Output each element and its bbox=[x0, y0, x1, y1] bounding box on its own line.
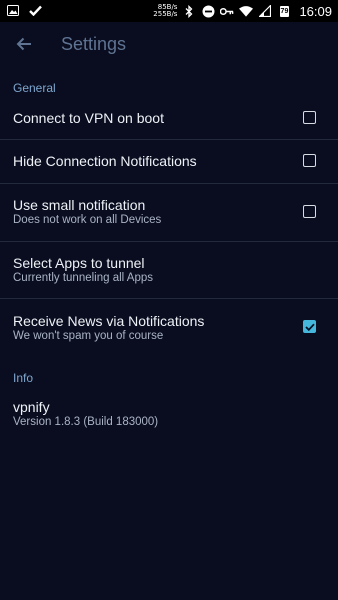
setting-row-news[interactable]: Receive News via Notifications We won't … bbox=[0, 299, 338, 356]
back-button[interactable] bbox=[10, 30, 38, 58]
setting-subtitle: We won't spam you of course bbox=[13, 330, 164, 342]
setting-title: Connect to VPN on boot bbox=[13, 110, 164, 126]
check-icon bbox=[28, 3, 42, 17]
app-version: Version 1.8.3 (Build 183000) bbox=[13, 416, 159, 428]
setting-row-small-notification[interactable]: Use small notification Does not work on … bbox=[0, 184, 338, 240]
page-title: Settings bbox=[61, 34, 127, 54]
battery-level: 79 bbox=[279, 5, 290, 17]
battery-icon: 79 bbox=[277, 4, 291, 18]
app-name: vpnify bbox=[13, 399, 50, 415]
setting-title: Use small notification bbox=[13, 197, 146, 213]
check-icon bbox=[304, 323, 315, 331]
vpn-boot-checkbox[interactable] bbox=[303, 111, 316, 124]
app-bar: Settings bbox=[0, 22, 338, 66]
hide-notifications-checkbox[interactable] bbox=[303, 154, 316, 167]
info-row-app[interactable]: vpnify Version 1.8.3 (Build 183000) bbox=[0, 389, 338, 439]
setting-title: Receive News via Notifications bbox=[13, 313, 205, 329]
news-checkbox[interactable] bbox=[303, 320, 316, 333]
status-bar: 85B/s 255B/s 79 16:09 bbox=[0, 0, 338, 22]
setting-title: Select Apps to tunnel bbox=[13, 255, 145, 271]
network-speed: 85B/s 255B/s bbox=[153, 3, 178, 19]
clock: 16:09 bbox=[299, 3, 332, 19]
signal-icon bbox=[258, 4, 272, 18]
setting-row-hide-notifications[interactable]: Hide Connection Notifications bbox=[0, 140, 338, 183]
arrow-left-icon bbox=[16, 37, 31, 51]
bluetooth-icon bbox=[182, 4, 196, 18]
net-down: 255B/s bbox=[153, 10, 178, 18]
setting-subtitle: Does not work on all Devices bbox=[13, 214, 162, 226]
key-icon bbox=[220, 4, 234, 18]
setting-row-select-apps[interactable]: Select Apps to tunnel Currently tunnelin… bbox=[0, 242, 338, 298]
small-notification-checkbox[interactable] bbox=[303, 205, 316, 218]
section-header-info: Info bbox=[13, 371, 34, 385]
setting-title: Hide Connection Notifications bbox=[13, 153, 197, 169]
setting-row-vpn-boot[interactable]: Connect to VPN on boot bbox=[0, 96, 338, 139]
wifi-icon bbox=[239, 4, 254, 18]
section-header-general: General bbox=[13, 81, 56, 95]
image-icon bbox=[6, 3, 20, 17]
dnd-icon bbox=[201, 4, 215, 18]
setting-subtitle: Currently tunneling all Apps bbox=[13, 272, 153, 284]
